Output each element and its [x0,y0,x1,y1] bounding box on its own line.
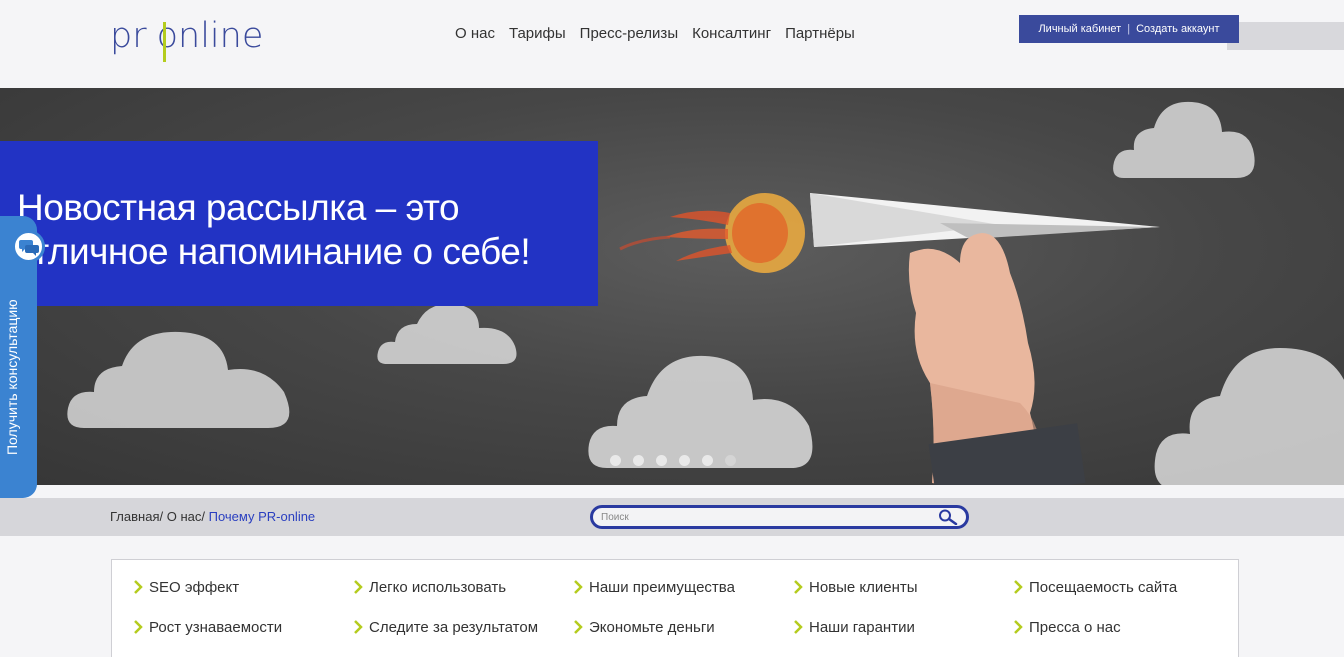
register-link[interactable]: Создать аккаунт [1136,23,1219,35]
chevron-right-icon [1014,620,1023,634]
feature-link-label: Наши гарантии [809,618,915,636]
cloud-decoration [1110,94,1258,180]
slider-dot-3[interactable] [656,455,667,466]
feature-link-label: Легко использовать [369,578,507,596]
headline-line-1: Новостная рассылка – это [17,187,460,228]
account-shadow [1227,22,1344,50]
site-header: pr online О нас Тарифы Пресс-релизы Конса… [0,0,1344,88]
feature-link[interactable]: Экономьте деньги [574,617,794,637]
feature-link[interactable]: Следите за результатом [354,617,574,637]
feature-links: SEO эффект Легко использовать Наши преим… [134,577,1234,637]
logo[interactable]: pr online [110,14,290,62]
logo-bar [163,22,166,62]
feature-link-label: Посещаемость сайта [1029,578,1178,596]
main-nav: О нас Тарифы Пресс-релизы Консалтинг Пар… [448,24,862,44]
chevron-right-icon [574,580,583,594]
feature-link-label: Следите за результатом [369,618,539,636]
slider-dot-5[interactable] [702,455,713,466]
logo-text: pr online [110,16,264,56]
feature-link-label: Экономьте деньги [589,618,715,636]
feature-link[interactable]: Рост узнаваемости [134,617,354,637]
chevron-right-icon [354,620,363,634]
headline-box: Новостная рассылка – это отличное напоми… [0,141,598,306]
headline-line-2: отличное напоминание о себе! [13,231,531,272]
breadcrumb-bar: Главная/ О нас/ Почему PR-online [0,498,1344,536]
login-link[interactable]: Личный кабинет [1038,23,1121,35]
nav-item-tariffs[interactable]: Тарифы [502,24,573,44]
slider-dot-4[interactable] [679,455,690,466]
breadcrumb-home[interactable]: Главная [110,509,159,524]
feature-link[interactable]: Наши гарантии [794,617,1014,637]
search-box [590,505,969,529]
chevron-right-icon [134,620,143,634]
consult-label[interactable]: Получить консультацию [4,299,20,455]
account-box: Личный кабинет | Создать аккаунт [1019,15,1239,43]
feature-link-label: SEO эффект [149,578,240,596]
feature-link-label: Новые клиенты [809,578,918,596]
breadcrumb-separator: / [201,509,209,524]
chevron-right-icon [1014,580,1023,594]
nav-item-partners[interactable]: Партнёры [778,24,862,44]
chevron-right-icon [354,580,363,594]
breadcrumb-separator: / [159,509,167,524]
banner-headline: Новостная рассылка – это отличное напоми… [13,186,531,274]
account-separator: | [1127,23,1131,35]
chevron-right-icon [134,580,143,594]
nav-item-consulting[interactable]: Консалтинг [685,24,778,44]
slider-dots [610,455,736,466]
nav-item-press-releases[interactable]: Пресс-релизы [573,24,685,44]
slider-dot-1[interactable] [610,455,621,466]
slider-dot-2[interactable] [633,455,644,466]
slider-dot-6[interactable] [725,455,736,466]
breadcrumb-about[interactable]: О нас [167,509,202,524]
features-panel: SEO эффект Легко использовать Наши преим… [111,559,1239,657]
search-input[interactable] [601,509,931,526]
cloud-decoration [1150,324,1344,485]
flame-trail [619,193,805,273]
feature-link[interactable]: SEO эффект [134,577,354,597]
cloud-decoration [64,324,300,430]
chevron-right-icon [794,580,803,594]
feature-link[interactable]: Новые клиенты [794,577,1014,597]
breadcrumb-current: Почему PR-online [208,509,316,524]
feature-link-label: Рост узнаваемости [149,618,283,636]
nav-item-about[interactable]: О нас [448,24,502,44]
hero-banner[interactable]: Новостная рассылка – это отличное напоми… [0,88,1344,485]
search-icon[interactable] [938,509,958,525]
chevron-right-icon [574,620,583,634]
feature-link[interactable]: Наши преимущества [574,577,794,597]
breadcrumb: Главная/ О нас/ Почему PR-online [110,509,315,524]
cloud-decoration [375,298,520,366]
feature-link[interactable]: Пресса о нас [1014,617,1234,637]
feature-link-label: Наши преимущества [589,578,735,596]
chat-bubbles-icon[interactable] [12,230,45,263]
chevron-right-icon [794,620,803,634]
feature-link[interactable]: Посещаемость сайта [1014,577,1234,597]
paper-plane-illustration [619,193,1160,485]
feature-link-label: Пресса о нас [1029,618,1121,636]
feature-link[interactable]: Легко использовать [354,577,574,597]
